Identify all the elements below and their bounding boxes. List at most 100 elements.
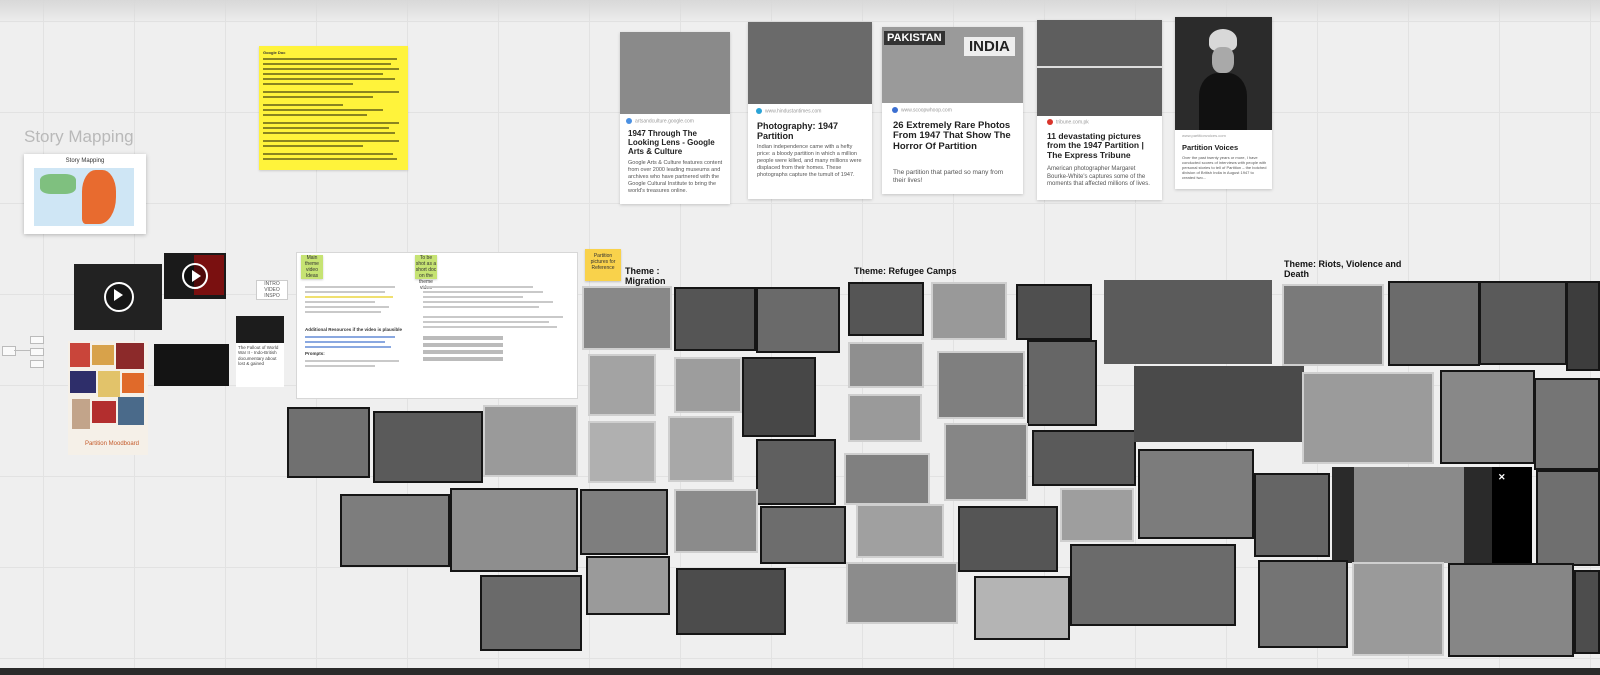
photo-camps-4[interactable] (848, 342, 924, 388)
map-image (34, 168, 134, 226)
video-thumb-3[interactable] (236, 316, 284, 343)
partition-pictures-sticky[interactable]: Partition pictures for Reference (585, 249, 621, 281)
source-icon (626, 118, 632, 124)
flowchart-fragment[interactable] (0, 334, 46, 370)
card-image (748, 22, 872, 104)
card-title: 26 Extremely Rare Photos From 1947 That … (893, 120, 1011, 152)
web-card-tribune[interactable]: tribune.com.pk 11 devastating pictures f… (1037, 20, 1162, 200)
photo-migration-10[interactable] (588, 354, 656, 416)
source-icon (756, 108, 762, 114)
play-icon[interactable] (182, 263, 208, 289)
card-title: 1947 Through The Looking Lens - Google A… (628, 129, 715, 156)
web-card-partition-voices[interactable]: www.partitionvoices.com Partition Voices… (1175, 17, 1272, 189)
photo-riots-9[interactable] (1534, 378, 1600, 470)
photo-migration-1[interactable] (287, 407, 370, 478)
photo-migration-15[interactable] (756, 439, 836, 505)
photo-migration-12[interactable] (742, 357, 816, 437)
photo-camps-13[interactable] (1060, 488, 1134, 542)
story-mapping-title: Story Mapping (24, 127, 134, 146)
pakistan-sign: PAKISTAN (884, 31, 945, 45)
card-title: Partition Voices (1182, 143, 1239, 152)
photo-migration-14[interactable] (668, 416, 734, 482)
photo-migration-9[interactable] (756, 287, 840, 353)
photo-riots-15[interactable] (1448, 563, 1574, 657)
photo-migration-18[interactable] (760, 506, 846, 564)
photo-riots-6[interactable] (1566, 281, 1600, 371)
photo-migration-8[interactable] (674, 287, 756, 351)
card-image (620, 32, 730, 114)
photo-migration-19[interactable] (586, 556, 670, 615)
card-description: American photographer Margaret Bourke-Wh… (1047, 166, 1150, 187)
photo-camps-12[interactable] (958, 506, 1058, 572)
photo-migration-13[interactable] (588, 421, 656, 483)
main-theme-sticky[interactable]: Main theme video Ideas (301, 255, 323, 279)
web-card-scoopwhoop[interactable]: PAKISTAN INDIA www.scoopwhoop.com 26 Ext… (882, 27, 1023, 194)
partition-moodboard[interactable]: Partition Moodboard (68, 341, 148, 455)
photo-migration-2[interactable] (373, 411, 483, 483)
additional-resources-link[interactable]: Additional Resources if the video is pla… (305, 327, 402, 332)
photo-riots-11[interactable] (1332, 467, 1492, 563)
photo-migration-5[interactable] (450, 488, 578, 572)
photo-migration-16[interactable] (580, 489, 668, 555)
photo-riots-1[interactable] (1134, 366, 1304, 442)
photo-camps-1[interactable] (848, 282, 924, 336)
photo-migration-6[interactable] (480, 575, 582, 651)
web-card-arts-culture[interactable]: artsandculture.google.com 1947 Through T… (620, 32, 730, 204)
photo-camps-11[interactable] (856, 504, 944, 558)
web-card-hindustan-times[interactable]: www.hindustantimes.com Photography: 1947… (748, 22, 872, 199)
prompts-label: Prompts: (305, 351, 325, 356)
photo-migration-7[interactable] (582, 286, 672, 350)
card-source: www.hindustantimes.com (765, 108, 822, 115)
intro-video-note[interactable]: INTRO VIDEO INSPO (256, 280, 288, 300)
story-mapping-card-label: Story Mapping (65, 158, 105, 164)
theme-riots-label: Theme: Riots, Violence and Death (1284, 259, 1402, 280)
story-mapping-card[interactable]: Story Mapping (24, 154, 146, 234)
photo-riots-12[interactable] (1536, 470, 1600, 566)
photo-migration-20[interactable] (676, 568, 786, 635)
photo-riots-5[interactable] (1479, 281, 1567, 365)
photo-migration-4[interactable] (340, 494, 450, 567)
photo-riots-14[interactable] (1352, 562, 1444, 656)
photo-camps-5[interactable] (937, 351, 1025, 419)
card-title: Photography: 1947 Partition (757, 121, 839, 141)
source-icon (892, 107, 898, 113)
card-description: Over the past twenty years or more, I ha… (1182, 155, 1267, 180)
play-icon[interactable] (104, 282, 134, 312)
photo-riots-7[interactable] (1302, 372, 1434, 464)
photo-camps-6[interactable] (1027, 340, 1097, 426)
yellow-note[interactable]: Google Doc (259, 46, 408, 170)
note-title: Google Doc (263, 50, 286, 55)
theme-video-doc[interactable]: Main theme video Ideas To be shot as a s… (296, 252, 578, 399)
video-thumb-4[interactable] (154, 344, 229, 386)
card-source: tribune.com.pk (1056, 119, 1089, 126)
india-shape (82, 170, 116, 224)
close-icon[interactable]: ✕ (1498, 472, 1506, 483)
photo-camps-14[interactable] (846, 562, 958, 624)
photo-migration-11[interactable] (674, 357, 742, 413)
video-thumb-1[interactable] (74, 264, 162, 330)
photo-riots-13[interactable] (1258, 560, 1348, 648)
source-icon (1047, 119, 1053, 125)
photo-riots-16[interactable] (1574, 570, 1600, 654)
photo-riots-8[interactable] (1440, 370, 1535, 464)
photo-riots-2[interactable] (1138, 449, 1254, 539)
photo-migration-3[interactable] (483, 405, 578, 477)
photo-camps-15[interactable] (974, 576, 1070, 640)
photo-riots-10[interactable] (1254, 473, 1330, 557)
photo-migration-17[interactable] (674, 489, 758, 553)
photo-camps-3[interactable] (1016, 284, 1092, 340)
card-image (1037, 20, 1162, 116)
photo-camps-2[interactable] (931, 282, 1007, 340)
photo-camps-9[interactable] (944, 423, 1028, 501)
photo-camps-10[interactable] (1032, 430, 1136, 486)
photo-camps-16[interactable] (1070, 544, 1236, 626)
video-caption: The Fallout of World War II - Indo-Briti… (236, 343, 284, 387)
land-shape (40, 174, 76, 194)
photo-camps-8[interactable] (844, 453, 930, 505)
photo-camps-7[interactable] (848, 394, 922, 442)
photo-riots-4[interactable] (1388, 281, 1480, 366)
photo-riots-3[interactable] (1282, 284, 1384, 366)
to-be-shot-sticky[interactable]: To be shot as a short doc on the theme v… (415, 255, 437, 291)
photo-crowd-large[interactable] (1104, 280, 1272, 364)
video-thumb-2[interactable] (164, 253, 226, 299)
